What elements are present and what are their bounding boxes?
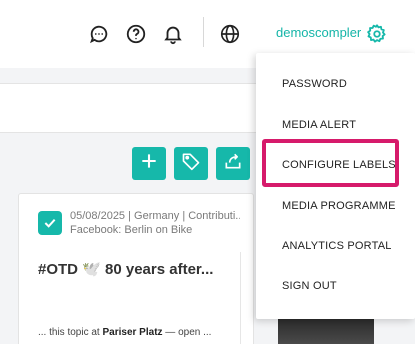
card-headline[interactable]: #OTD 🕊️ 80 years after...	[38, 260, 213, 278]
tag-button[interactable]	[174, 147, 208, 180]
highlight-box	[262, 139, 399, 187]
menu-item-password[interactable]: PASSWORD	[256, 69, 415, 99]
tag-icon	[181, 151, 201, 176]
help-icon[interactable]	[124, 22, 148, 46]
share-icon	[223, 151, 243, 176]
username-link[interactable]: demoscompler	[276, 25, 361, 40]
add-icon	[139, 151, 159, 176]
card-meta-line1: 05/08/2025 | Germany | Contributi...	[70, 210, 240, 222]
add-button[interactable]	[132, 147, 166, 180]
media-thumbnail[interactable]	[278, 318, 374, 344]
chat-icon[interactable]	[87, 22, 111, 46]
menu-item-media-programme[interactable]: MEDIA PROGRAMME	[256, 191, 415, 221]
menu-item-sign-out[interactable]: SIGN OUT	[256, 271, 415, 301]
share-button[interactable]	[216, 147, 250, 180]
card-divider	[240, 252, 241, 344]
header-divider	[203, 17, 204, 47]
bell-icon[interactable]	[161, 22, 185, 46]
media-card[interactable]: 05/08/2025 | Germany | Contributi... Fac…	[18, 193, 254, 344]
card-body: ... this topic at Pariser Platz — open .…	[38, 327, 212, 338]
menu-item-media-alert[interactable]: MEDIA ALERT	[256, 110, 415, 140]
gear-icon[interactable]	[365, 22, 389, 46]
globe-icon[interactable]	[218, 22, 242, 46]
checkbox-checked-icon[interactable]	[38, 211, 62, 235]
card-meta-line2: Facebook: Berlin on Bike	[70, 224, 193, 236]
menu-item-analytics-portal[interactable]: ANALYTICS PORTAL	[256, 231, 415, 261]
